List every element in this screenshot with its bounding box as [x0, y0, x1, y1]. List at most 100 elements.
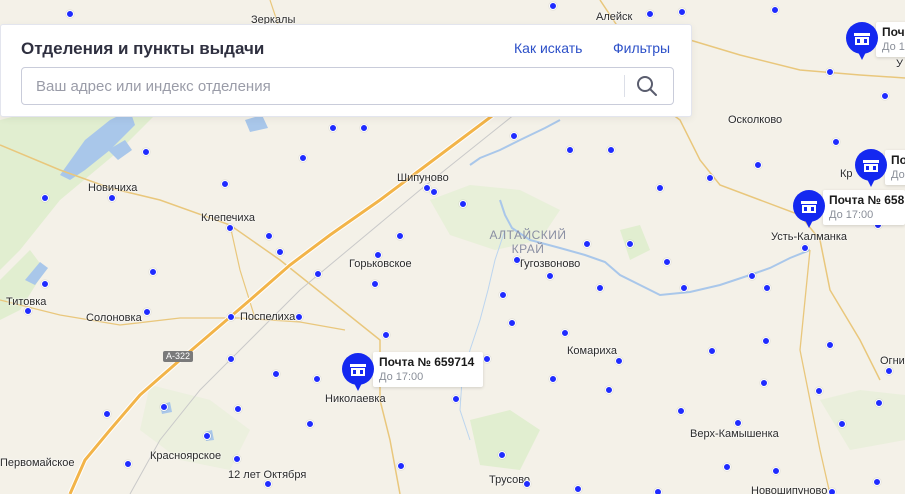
postal-point[interactable]	[396, 232, 404, 240]
postal-point[interactable]	[374, 251, 382, 259]
postal-point[interactable]	[760, 379, 768, 387]
postal-point[interactable]	[838, 420, 846, 428]
post-office-marker-icon[interactable]	[792, 190, 826, 230]
postal-point[interactable]	[397, 462, 405, 470]
office-callout[interactable]: Почта № 658 До 17:00	[823, 190, 905, 225]
postal-point[interactable]	[371, 280, 379, 288]
postal-point[interactable]	[66, 10, 74, 18]
postal-point[interactable]	[826, 341, 834, 349]
postal-point[interactable]	[160, 403, 168, 411]
postal-point[interactable]	[680, 284, 688, 292]
postal-point[interactable]	[678, 8, 686, 16]
postal-point[interactable]	[549, 2, 557, 10]
postal-point[interactable]	[663, 258, 671, 266]
postal-point[interactable]	[734, 419, 742, 427]
town-label: Клепечиха	[201, 212, 256, 224]
postal-point[interactable]	[41, 194, 49, 202]
postal-point[interactable]	[233, 455, 241, 463]
postal-point[interactable]	[708, 347, 716, 355]
postal-point[interactable]	[265, 232, 273, 240]
postal-point[interactable]	[763, 284, 771, 292]
postal-point[interactable]	[605, 386, 613, 394]
postal-point[interactable]	[549, 375, 557, 383]
postal-point[interactable]	[430, 188, 438, 196]
postal-point[interactable]	[226, 224, 234, 232]
postal-point[interactable]	[24, 307, 32, 315]
postal-point[interactable]	[483, 355, 491, 363]
postal-point[interactable]	[272, 370, 280, 378]
postal-point[interactable]	[656, 184, 664, 192]
filters-link[interactable]: Фильтры	[613, 40, 670, 56]
post-office-marker-icon[interactable]	[854, 149, 888, 189]
postal-point[interactable]	[828, 488, 836, 494]
postal-point[interactable]	[615, 357, 623, 365]
office-callout[interactable]: Почта № 659714 До 17:00	[373, 352, 483, 387]
postal-point[interactable]	[452, 395, 460, 403]
postal-point[interactable]	[276, 248, 284, 256]
postal-point[interactable]	[873, 478, 881, 486]
postal-point[interactable]	[826, 68, 834, 76]
postal-point[interactable]	[360, 124, 368, 132]
postal-point[interactable]	[626, 240, 634, 248]
postal-point[interactable]	[203, 432, 211, 440]
postal-point[interactable]	[306, 420, 314, 428]
postal-point[interactable]	[142, 148, 150, 156]
postal-point[interactable]	[546, 272, 554, 280]
postal-point[interactable]	[596, 284, 604, 292]
postal-point[interactable]	[108, 194, 116, 202]
postal-point[interactable]	[706, 174, 714, 182]
postal-point[interactable]	[772, 467, 780, 475]
postal-point[interactable]	[607, 146, 615, 154]
postal-point[interactable]	[299, 154, 307, 162]
postal-point[interactable]	[561, 329, 569, 337]
postal-point[interactable]	[723, 463, 731, 471]
postal-point[interactable]	[574, 485, 582, 493]
postal-point[interactable]	[382, 331, 390, 339]
postal-point[interactable]	[677, 407, 685, 415]
postal-point[interactable]	[771, 6, 779, 14]
postal-point[interactable]	[523, 480, 531, 488]
postal-point[interactable]	[566, 146, 574, 154]
postal-point[interactable]	[499, 291, 507, 299]
postal-point[interactable]	[329, 124, 337, 132]
postal-point[interactable]	[754, 161, 762, 169]
postal-point[interactable]	[654, 488, 662, 494]
postal-point[interactable]	[103, 410, 111, 418]
postal-point[interactable]	[748, 272, 756, 280]
postal-point[interactable]	[143, 308, 151, 316]
postal-point[interactable]	[762, 337, 770, 345]
search-button[interactable]	[632, 72, 662, 100]
postal-point[interactable]	[234, 405, 242, 413]
office-callout[interactable]: Почта До	[885, 150, 905, 185]
town-label: Первомайское	[0, 457, 75, 469]
how-to-search-link[interactable]: Как искать	[514, 40, 582, 56]
postal-point[interactable]	[459, 200, 467, 208]
post-office-marker-icon[interactable]	[341, 353, 375, 393]
postal-point[interactable]	[124, 460, 132, 468]
postal-point[interactable]	[41, 280, 49, 288]
postal-point[interactable]	[815, 387, 823, 395]
postal-point[interactable]	[510, 132, 518, 140]
postal-point[interactable]	[881, 92, 889, 100]
post-office-marker-icon[interactable]	[845, 22, 879, 62]
postal-point[interactable]	[885, 367, 893, 375]
postal-point[interactable]	[583, 240, 591, 248]
postal-point[interactable]	[227, 313, 235, 321]
postal-point[interactable]	[313, 375, 321, 383]
postal-point[interactable]	[646, 10, 654, 18]
postal-point[interactable]	[221, 180, 229, 188]
postal-point[interactable]	[149, 268, 157, 276]
postal-point[interactable]	[498, 451, 506, 459]
postal-point[interactable]	[832, 138, 840, 146]
postal-point[interactable]	[513, 256, 521, 264]
office-callout[interactable]: Почта До 17:00	[876, 22, 905, 57]
search-input[interactable]	[34, 68, 618, 105]
postal-point[interactable]	[875, 399, 883, 407]
postal-point[interactable]	[508, 319, 516, 327]
town-label: Осколково	[728, 114, 783, 126]
postal-point[interactable]	[295, 313, 303, 321]
postal-point[interactable]	[801, 244, 809, 252]
postal-point[interactable]	[264, 480, 272, 488]
postal-point[interactable]	[314, 270, 322, 278]
postal-point[interactable]	[227, 355, 235, 363]
